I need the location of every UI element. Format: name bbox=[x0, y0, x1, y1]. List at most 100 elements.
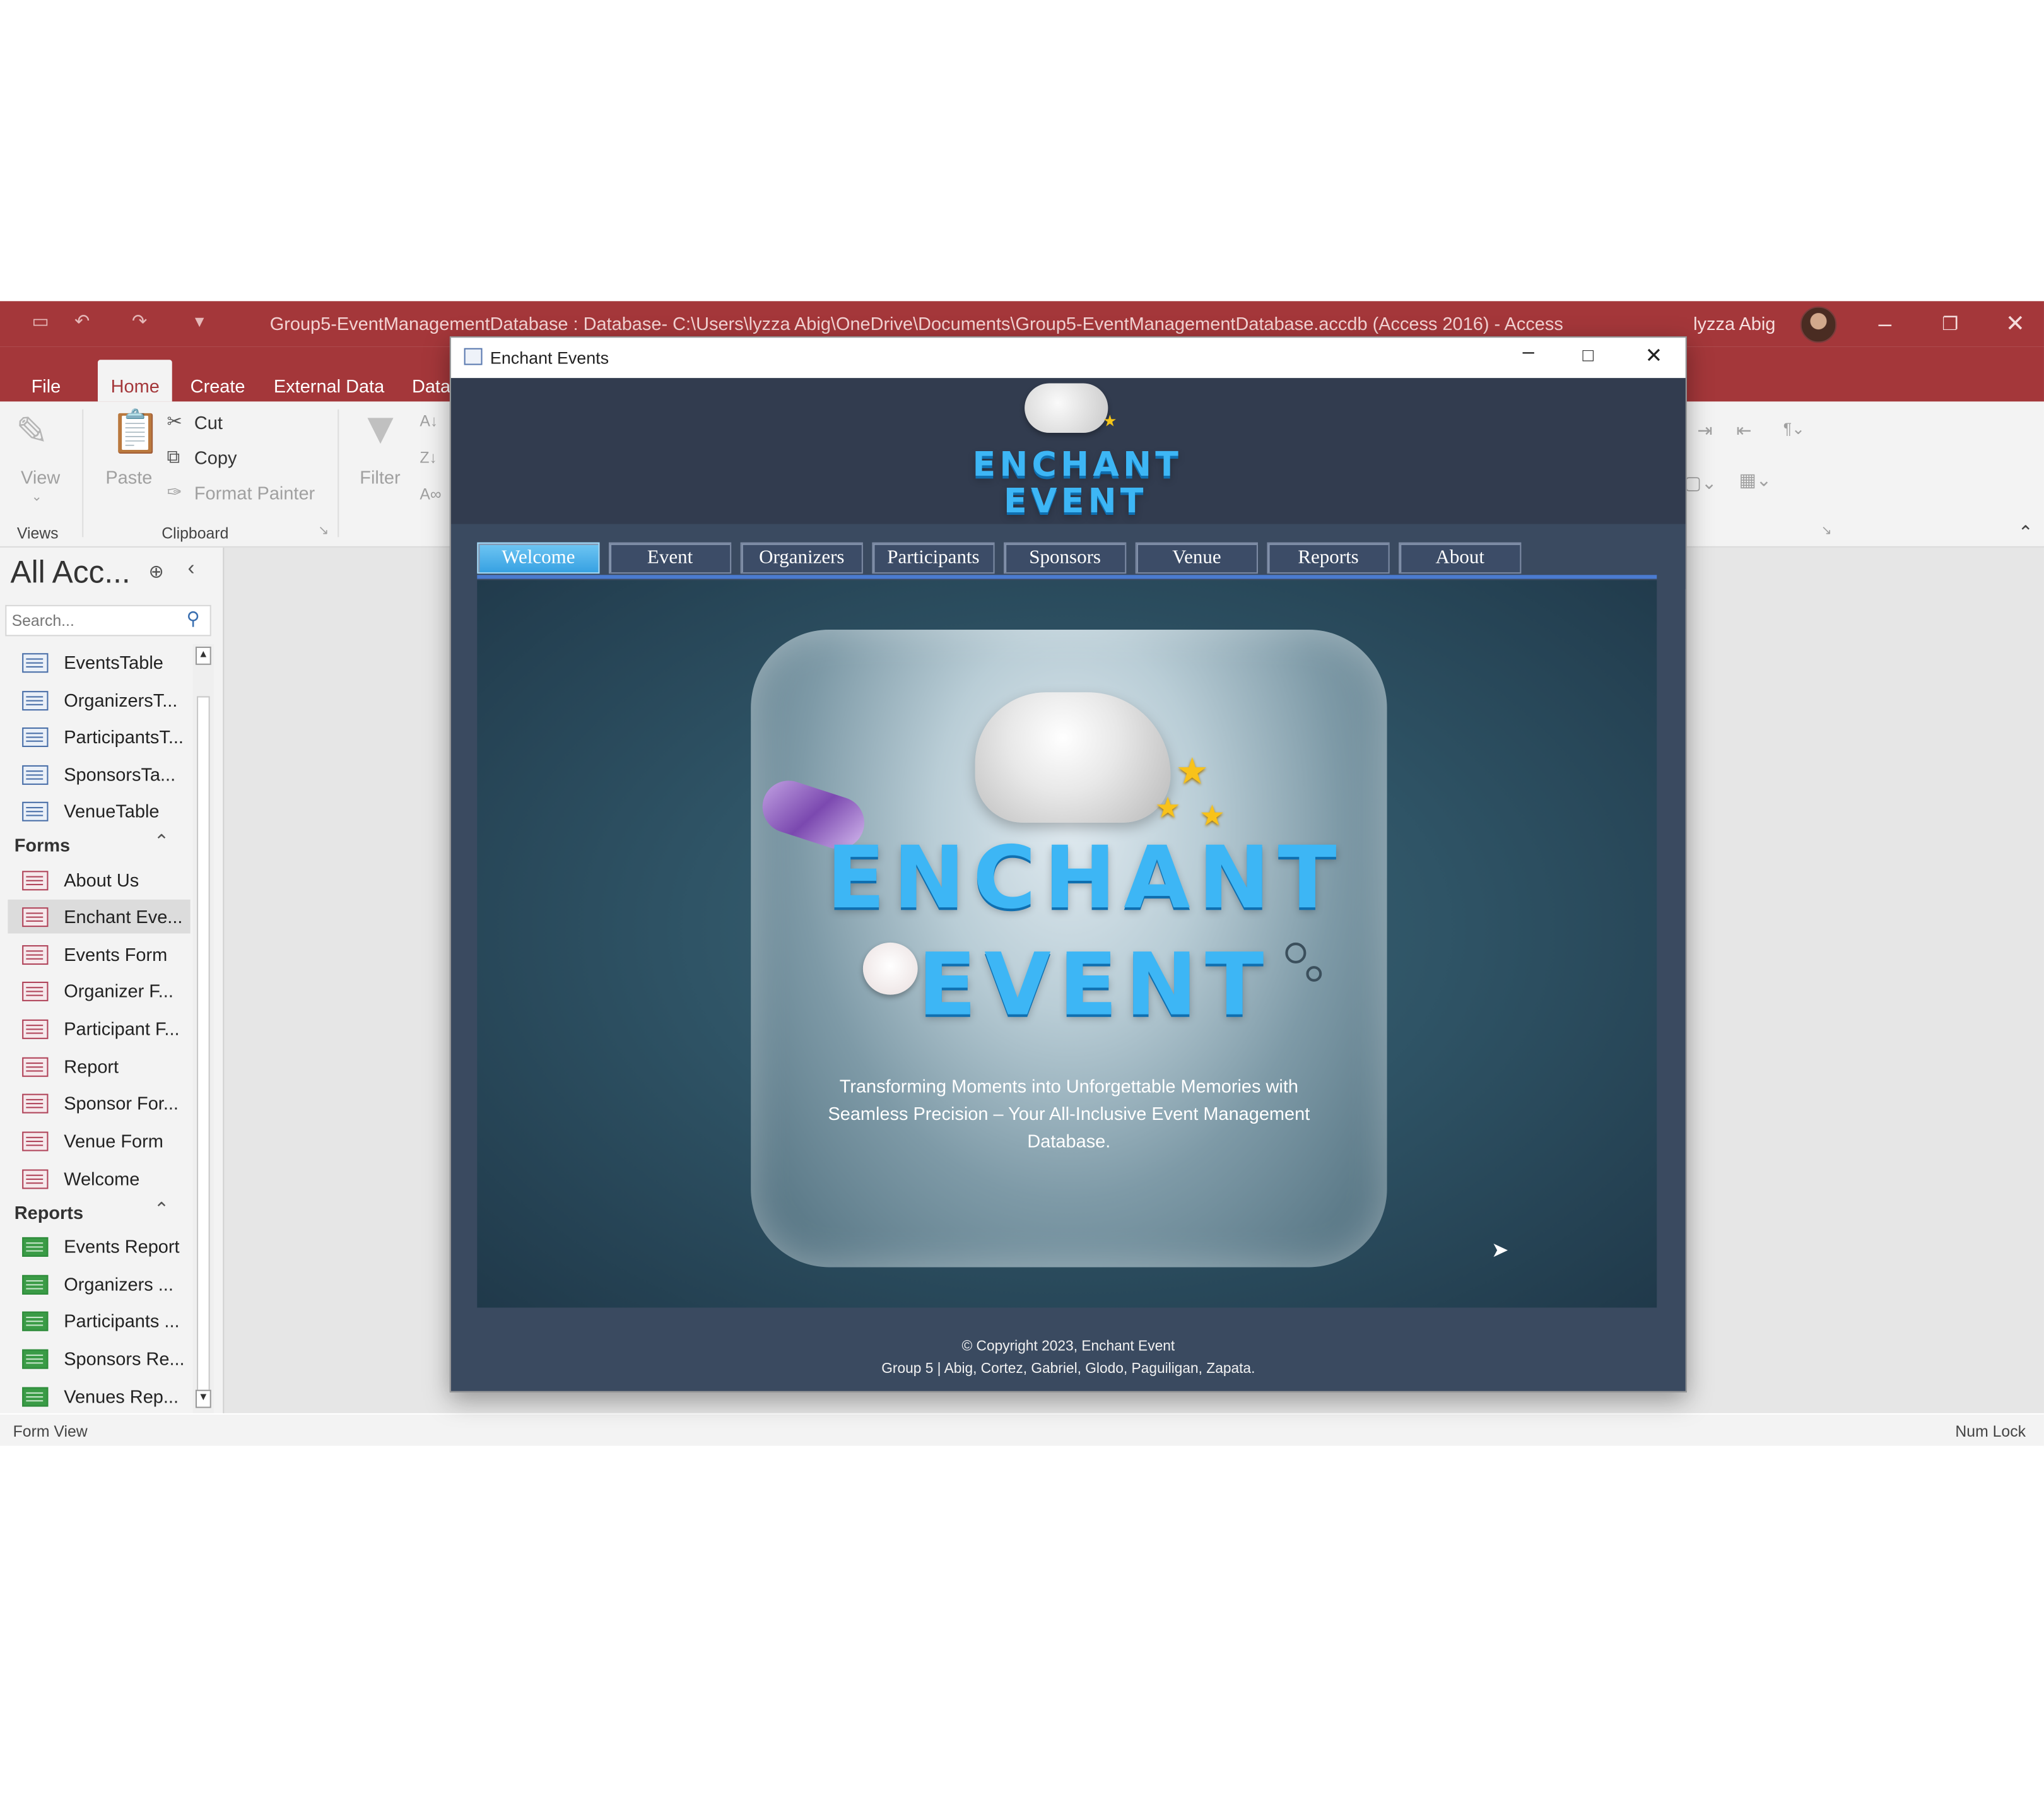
outdent-icon[interactable]: ⇤ bbox=[1736, 420, 1751, 442]
form-minimize-icon[interactable]: – bbox=[1522, 341, 1534, 365]
tab-home[interactable]: Home bbox=[97, 360, 173, 402]
nav-scrollbar[interactable]: ▲ ▼ bbox=[192, 644, 214, 1413]
nav-item-events-form[interactable]: Events Form bbox=[8, 938, 190, 972]
nav-button-about[interactable]: About bbox=[1399, 542, 1522, 574]
cut-icon[interactable]: ✂ bbox=[167, 411, 182, 433]
format-painter-icon[interactable]: ✑ bbox=[167, 481, 182, 503]
nav-item-participants-table[interactable]: ParticipantsT... bbox=[8, 720, 190, 754]
nav-pane-menu-icon[interactable]: ⊕ bbox=[149, 561, 164, 583]
views-group-label: Views bbox=[16, 524, 59, 543]
scroll-up-icon[interactable]: ▲ bbox=[195, 646, 211, 665]
report-icon bbox=[22, 1311, 49, 1331]
nav-item-report-form[interactable]: Report bbox=[8, 1049, 190, 1083]
text-formatting-launcher-icon[interactable]: ↘ bbox=[1821, 524, 1832, 539]
nav-search-input[interactable] bbox=[5, 604, 211, 637]
gridlines-icon[interactable]: ▦⌄ bbox=[1739, 469, 1771, 491]
minimize-icon[interactable]: – bbox=[1859, 307, 1912, 341]
remove-sort-icon[interactable]: A∞ bbox=[420, 485, 441, 503]
cut-button[interactable]: Cut bbox=[194, 412, 223, 433]
avatar[interactable] bbox=[1800, 306, 1837, 343]
view-icon[interactable]: ✎ bbox=[16, 409, 49, 455]
nav-item-organizers-report[interactable]: Organizers ... bbox=[8, 1267, 190, 1301]
clipboard-group-label: Clipboard bbox=[162, 524, 229, 543]
status-view: Form View bbox=[13, 1422, 88, 1441]
copy-button[interactable]: Copy bbox=[194, 447, 237, 468]
form-icon bbox=[22, 981, 49, 1001]
form-icon bbox=[22, 1057, 49, 1077]
tab-create[interactable]: Create bbox=[177, 360, 258, 401]
form-icon bbox=[22, 1131, 49, 1151]
nav-item-venue-form[interactable]: Venue Form bbox=[8, 1124, 190, 1158]
paragraph-direction-icon[interactable]: ¶⌄ bbox=[1783, 420, 1805, 438]
paste-icon[interactable]: 📋 bbox=[110, 407, 162, 457]
sort-ascending-icon[interactable]: A↓ bbox=[420, 412, 438, 430]
tab-external-data[interactable]: External Data bbox=[261, 360, 397, 401]
sort-descending-icon[interactable]: Z↓ bbox=[420, 449, 437, 467]
nav-button-welcome[interactable]: Welcome bbox=[477, 542, 600, 574]
form-nav-bar: Welcome Event Organizers Participants Sp… bbox=[450, 524, 1686, 589]
nav-item-sponsors-table[interactable]: SponsorsTa... bbox=[8, 758, 190, 792]
table-icon bbox=[22, 801, 49, 821]
navigation-pane: All Acc... ⊕ ‹ ⚲ EventsTable OrganizersT… bbox=[0, 547, 225, 1413]
welcome-tagline: Transforming Moments into Unforgettable … bbox=[828, 1075, 1310, 1151]
bunny-icon bbox=[862, 942, 918, 995]
format-painter-button[interactable]: Format Painter bbox=[194, 483, 315, 503]
form-maximize-icon[interactable]: □ bbox=[1582, 344, 1593, 365]
view-button[interactable]: View bbox=[21, 467, 60, 488]
nav-button-event[interactable]: Event bbox=[608, 542, 732, 574]
nav-item-organizers-table[interactable]: OrganizersT... bbox=[8, 683, 190, 717]
nav-item-about-us-form[interactable]: About Us bbox=[8, 863, 190, 897]
nav-button-organizers[interactable]: Organizers bbox=[740, 542, 863, 574]
tab-file[interactable]: File bbox=[18, 360, 74, 401]
scroll-thumb[interactable] bbox=[197, 696, 210, 1395]
nav-item-participant-form[interactable]: Participant F... bbox=[8, 1011, 190, 1045]
redo-icon[interactable]: ↷ bbox=[127, 310, 151, 334]
fill-color-icon[interactable]: ▢⌄ bbox=[1684, 472, 1717, 494]
nav-item-events-table[interactable]: EventsTable bbox=[8, 645, 190, 680]
collapse-reports-icon[interactable]: ⌃ bbox=[154, 1198, 169, 1220]
form-close-icon[interactable]: ✕ bbox=[1645, 343, 1663, 368]
undo-icon[interactable]: ↶ bbox=[71, 310, 94, 334]
nav-item-enchant-events-form[interactable]: Enchant Eve... bbox=[8, 899, 191, 934]
cloud-icon bbox=[1025, 383, 1108, 433]
copy-icon[interactable]: ⧉ bbox=[167, 446, 180, 468]
indent-icon[interactable]: ⇥ bbox=[1697, 420, 1712, 442]
form-icon bbox=[22, 1093, 49, 1114]
reports-group-header[interactable]: Reports bbox=[15, 1202, 83, 1223]
card-logo-line1: ENCHANT bbox=[826, 828, 1345, 929]
nav-pane-header[interactable]: All Acc... bbox=[11, 555, 131, 592]
forms-group-header[interactable]: Forms bbox=[15, 834, 70, 855]
user-name[interactable]: lyzza Abig bbox=[1693, 313, 1775, 334]
close-icon[interactable]: ✕ bbox=[1989, 307, 2041, 341]
collapse-forms-icon[interactable]: ⌃ bbox=[154, 830, 169, 852]
nav-item-welcome-form[interactable]: Welcome bbox=[8, 1162, 190, 1196]
welcome-card: ★ ★ ★ ENCHANT EVENT Transforming Moments… bbox=[751, 630, 1387, 1268]
star-icon: ★ bbox=[1175, 751, 1209, 792]
restore-icon[interactable]: ❐ bbox=[1924, 307, 1976, 341]
nav-button-venue[interactable]: Venue bbox=[1135, 542, 1258, 574]
collapse-ribbon-icon[interactable]: ⌃ bbox=[2018, 522, 2033, 544]
header-logo: ★ ENCHANT EVENT bbox=[946, 383, 1194, 522]
customize-qat-icon[interactable]: ▾ bbox=[188, 310, 211, 334]
nav-item-organizer-form[interactable]: Organizer F... bbox=[8, 974, 190, 1008]
shutter-bar-close-icon[interactable]: ‹ bbox=[188, 558, 195, 581]
search-icon[interactable]: ⚲ bbox=[186, 608, 199, 630]
nav-item-venue-table[interactable]: VenueTable bbox=[8, 794, 190, 828]
nav-button-sponsors[interactable]: Sponsors bbox=[1004, 542, 1127, 574]
scroll-down-icon[interactable]: ▼ bbox=[195, 1389, 211, 1408]
nav-item-venues-report[interactable]: Venues Rep... bbox=[8, 1379, 190, 1413]
nav-item-participants-report[interactable]: Participants ... bbox=[8, 1304, 190, 1338]
filter-button[interactable]: Filter bbox=[360, 467, 400, 488]
nav-item-sponsor-form[interactable]: Sponsor For... bbox=[8, 1086, 190, 1120]
nav-button-participants[interactable]: Participants bbox=[872, 542, 995, 574]
welcome-panel: ★ ★ ★ ENCHANT EVENT Transforming Moments… bbox=[477, 580, 1657, 1308]
nav-item-sponsors-report[interactable]: Sponsors Re... bbox=[8, 1341, 190, 1375]
save-icon[interactable]: ▭ bbox=[28, 310, 52, 334]
view-dropdown-icon[interactable]: ⌄ bbox=[32, 490, 42, 505]
nav-button-reports[interactable]: Reports bbox=[1267, 542, 1390, 574]
filter-icon[interactable]: ▼ bbox=[358, 404, 402, 456]
nav-item-events-report[interactable]: Events Report bbox=[8, 1230, 190, 1264]
paste-button[interactable]: Paste bbox=[105, 467, 152, 488]
clipboard-launcher-icon[interactable]: ↘ bbox=[318, 524, 329, 539]
header-logo-line1: ENCHANT bbox=[972, 445, 1183, 485]
